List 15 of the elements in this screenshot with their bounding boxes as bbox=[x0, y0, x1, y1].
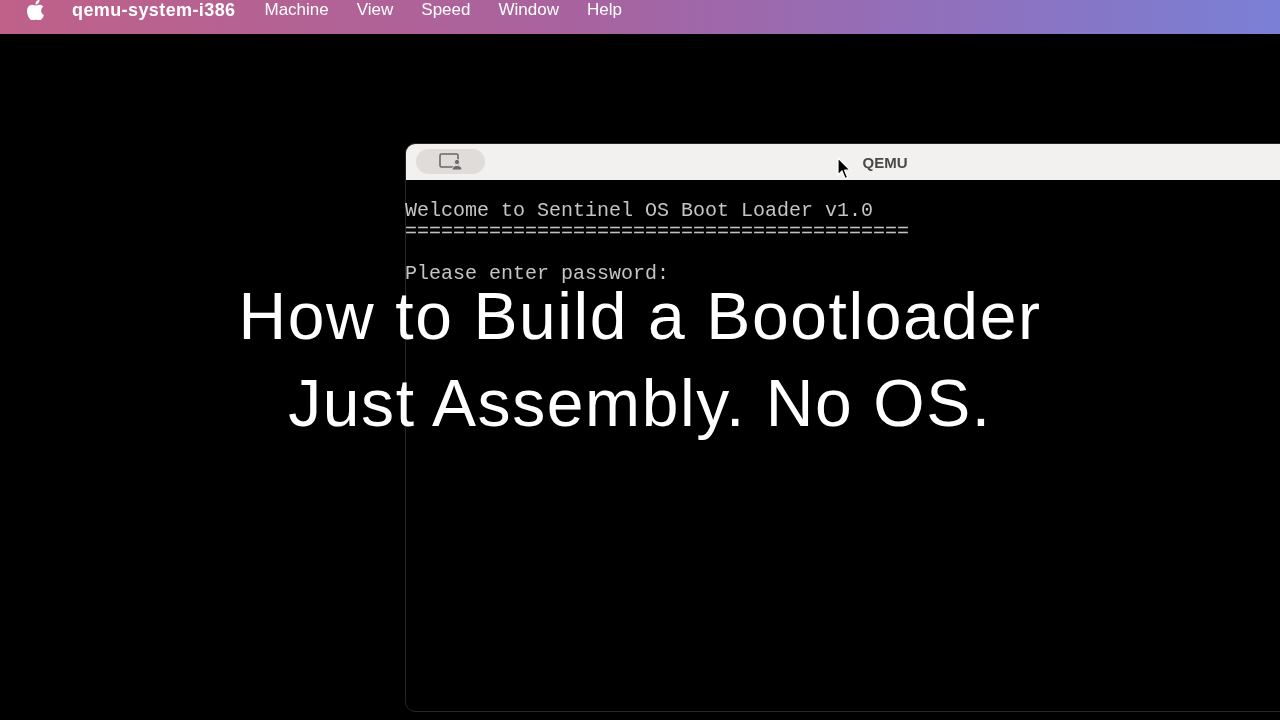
menu-item[interactable]: Help bbox=[586, 0, 622, 20]
video-title-caption: Just Assembly. No OS. bbox=[288, 368, 992, 438]
window-title: QEMU bbox=[862, 153, 908, 171]
mouse-pointer-icon bbox=[837, 157, 851, 180]
screen-person-icon bbox=[438, 153, 463, 170]
app-menu[interactable]: qemu-system-i386 bbox=[72, 0, 236, 20]
console-line: ========================================== bbox=[405, 221, 910, 242]
menu-item[interactable]: View bbox=[356, 0, 394, 20]
apple-icon[interactable] bbox=[27, 0, 44, 20]
console-line: Welcome to Sentinel OS Boot Loader v1.0 bbox=[405, 200, 874, 221]
titlebar-button[interactable] bbox=[416, 149, 485, 174]
console-line: Please enter password: bbox=[405, 263, 670, 284]
menu-item[interactable]: Machine bbox=[264, 0, 329, 20]
menu-item[interactable]: Window bbox=[498, 0, 559, 20]
menu-item[interactable]: Speed bbox=[421, 0, 471, 20]
